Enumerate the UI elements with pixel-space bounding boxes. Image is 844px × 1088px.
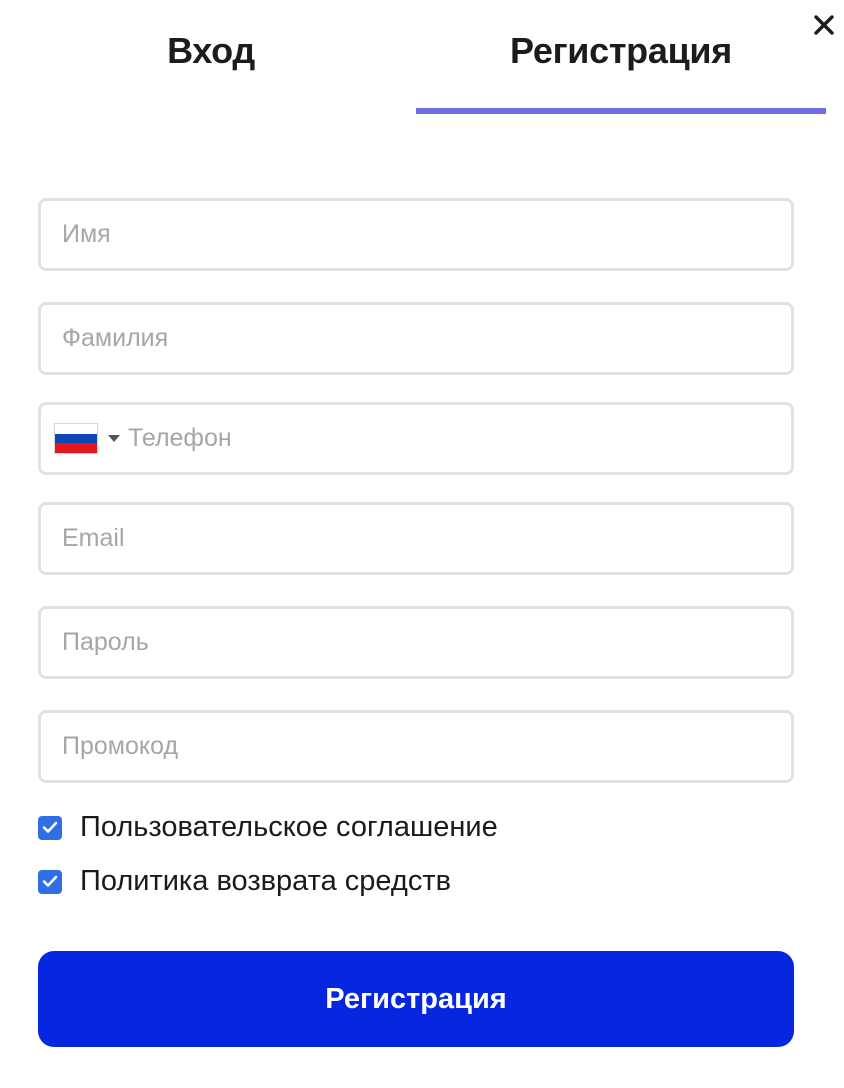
- checkmark-icon: [42, 875, 58, 887]
- auth-tabs: Вход Регистрация: [0, 0, 826, 116]
- register-button[interactable]: Регистрация: [38, 951, 794, 1047]
- user-agreement-checkbox-row[interactable]: Пользовательское соглашение: [38, 811, 498, 844]
- russia-flag-icon: [55, 424, 97, 454]
- first-name-field: [38, 198, 794, 271]
- first-name-input[interactable]: [41, 201, 791, 268]
- refund-policy-label[interactable]: Политика возврата средств: [80, 865, 451, 898]
- email-field: [38, 502, 794, 575]
- last-name-input[interactable]: [41, 305, 791, 372]
- refund-policy-checkbox[interactable]: [38, 869, 62, 894]
- tab-login[interactable]: Вход: [0, 30, 422, 72]
- user-agreement-checkbox[interactable]: [38, 815, 62, 840]
- phone-field: [38, 402, 794, 475]
- promo-code-field: [38, 710, 794, 783]
- country-code-select[interactable]: [55, 405, 120, 472]
- active-tab-indicator: [416, 108, 826, 114]
- caret-down-icon: [108, 435, 120, 442]
- email-input[interactable]: [41, 505, 791, 572]
- phone-input[interactable]: [120, 405, 791, 472]
- tab-register[interactable]: Регистрация: [416, 30, 826, 72]
- user-agreement-label[interactable]: Пользовательское соглашение: [80, 811, 498, 844]
- refund-policy-checkbox-row[interactable]: Политика возврата средств: [38, 865, 451, 898]
- promo-code-input[interactable]: [41, 713, 791, 780]
- password-field: [38, 606, 794, 679]
- last-name-field: [38, 302, 794, 375]
- password-input[interactable]: [41, 609, 791, 676]
- checkmark-icon: [42, 821, 58, 833]
